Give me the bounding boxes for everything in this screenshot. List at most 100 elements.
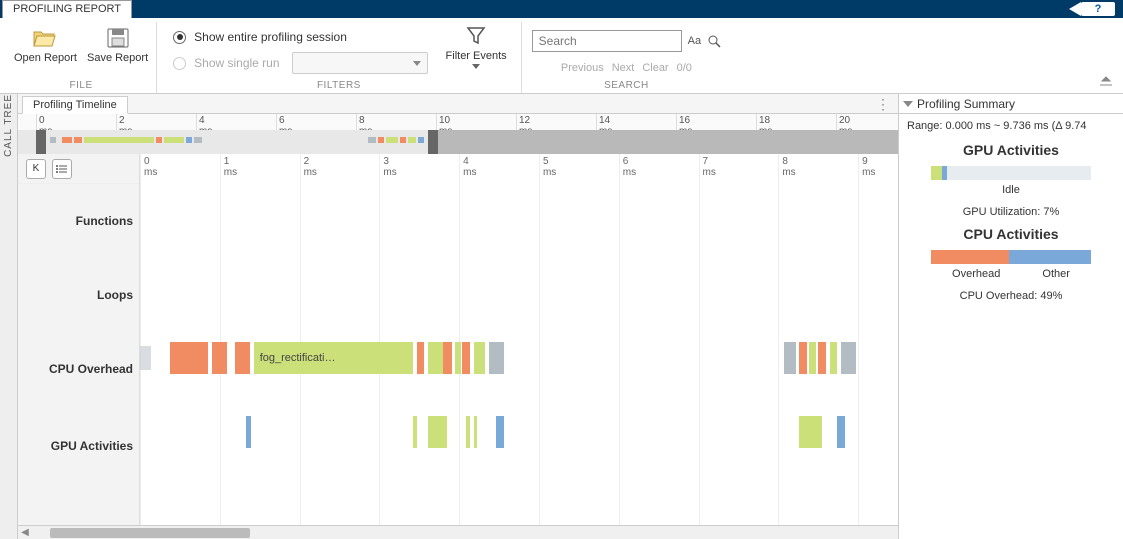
call-tree-label: CALL TREE <box>3 94 14 163</box>
timeline-panel: Profiling Timeline ⋮ 0 ms 2 ms 4 ms 6 ms 8 m… <box>18 94 899 539</box>
overview-tick: 14 ms <box>596 114 597 130</box>
title-bar: PROFILING REPORT ? <box>0 0 1123 18</box>
timeline-gridline: 4 ms <box>459 154 460 525</box>
timeline-gridline: 3 ms <box>379 154 380 525</box>
cpu-overhead-value: CPU Overhead: 49% <box>907 290 1115 302</box>
overview-track[interactable] <box>18 130 898 154</box>
cpu-other-legend: Other <box>1042 268 1070 280</box>
overview-tick: 4 ms <box>196 114 197 130</box>
timeline-gridline: 0 ms <box>140 154 141 525</box>
save-icon <box>105 28 131 48</box>
timeline-gridline: 7 ms <box>699 154 700 525</box>
filters-group: Show entire profiling session Show singl… <box>157 22 522 93</box>
profiling-summary-panel: Profiling Summary Range: 0.000 ms ~ 9.73… <box>899 94 1123 539</box>
overview-tick: 2 ms <box>116 114 117 130</box>
help-icon: ? <box>1095 3 1102 15</box>
minimize-toolbar-button[interactable] <box>1099 75 1117 89</box>
main-area: CALL TREE Profiling Timeline ⋮ 0 ms 2 ms 4… <box>0 94 1123 539</box>
search-clear: Clear <box>642 62 668 74</box>
overview-tick: 18 ms <box>756 114 757 130</box>
timeline-gridline: 5 ms <box>539 154 540 525</box>
timeline-gridline: 8 ms <box>778 154 779 525</box>
list-icon <box>56 164 68 174</box>
file-group-label: FILE <box>70 80 93 93</box>
row-label-cpu: CPU Overhead <box>18 332 139 406</box>
cpu-activities-heading: CPU Activities <box>907 226 1115 242</box>
tab-menu-button[interactable]: ⋮ <box>868 96 898 113</box>
open-report-label: Open Report <box>14 52 77 64</box>
overview-handle-right[interactable] <box>428 130 438 154</box>
scrollbar-thumb[interactable] <box>50 528 250 538</box>
search-previous: Previous <box>561 62 604 74</box>
overview-tick: 20 ms <box>836 114 837 130</box>
show-entire-label: Show entire profiling session <box>194 30 347 44</box>
file-group: Open Report Save Report FILE <box>6 22 157 93</box>
gpu-idle-label: Idle <box>907 184 1115 196</box>
show-entire-radio[interactable]: Show entire profiling session <box>173 30 347 44</box>
gpu-activities-heading: GPU Activities <box>907 142 1115 158</box>
row-label-functions: Functions <box>18 184 139 258</box>
k-button[interactable]: K <box>26 159 46 179</box>
search-group: Aa Previous Next Clear 0/0 SEARCH <box>522 22 731 93</box>
search-group-label: SEARCH <box>604 80 649 93</box>
cpu-seg-fog[interactable]: fog_rectificati… <box>254 342 406 374</box>
main-timeline: K Functions Loops CPU Overhead GPU Activ… <box>18 154 898 525</box>
scroll-left-icon[interactable]: ◀ <box>18 527 32 538</box>
summary-header[interactable]: Profiling Summary <box>899 94 1123 114</box>
overview-tick: 0 ms <box>36 114 37 130</box>
cpu-overhead-legend: Overhead <box>952 268 1000 280</box>
overview-tick: 10 ms <box>436 114 437 130</box>
timeline-gridline: 2 ms <box>300 154 301 525</box>
overview-handle-left[interactable] <box>36 130 46 154</box>
filters-group-label: FILTERS <box>317 80 361 93</box>
filter-events-label: Filter Events <box>446 50 507 62</box>
gpu-activity-bar <box>931 166 1091 180</box>
overview-tick: 12 ms <box>516 114 517 130</box>
profiling-timeline-tab[interactable]: Profiling Timeline <box>22 96 128 114</box>
search-next: Next <box>612 62 635 74</box>
gpu-utilization: GPU Utilization: 7% <box>907 206 1115 218</box>
toolbar: Open Report Save Report FILE Show entire… <box>0 18 1123 94</box>
search-icon[interactable] <box>707 34 721 48</box>
collapse-icon <box>1099 76 1113 86</box>
save-report-button[interactable]: Save Report <box>87 22 148 64</box>
timeline-tracks[interactable]: 0 ms 1 ms 2 ms 3 ms 4 ms 5 ms 6 ms 7 ms 8 ms 9 ms… <box>140 154 898 525</box>
match-case-toggle[interactable]: Aa <box>688 35 701 47</box>
run-select <box>292 52 428 74</box>
inner-tab-bar: Profiling Timeline ⋮ <box>18 94 898 114</box>
search-input[interactable] <box>532 30 682 52</box>
filter-events-button[interactable]: Filter Events <box>436 22 513 69</box>
folder-open-icon <box>32 28 58 48</box>
call-tree-tab[interactable]: CALL TREE <box>0 94 18 539</box>
cpu-overhead-track[interactable]: fog_rectificati… <box>140 342 898 374</box>
overview-tick: 8 ms <box>356 114 357 130</box>
help-button[interactable]: ? <box>1081 2 1115 16</box>
radio-checked-icon <box>173 31 186 44</box>
open-report-button[interactable]: Open Report <box>14 22 77 64</box>
timeline-gridline: 6 ms <box>619 154 620 525</box>
gpu-activities-track[interactable] <box>140 416 898 448</box>
timeline-gridline: 1 ms <box>220 154 221 525</box>
show-single-label: Show single run <box>194 56 279 70</box>
app-tab[interactable]: PROFILING REPORT <box>2 0 132 18</box>
row-labels: K Functions Loops CPU Overhead GPU Activ… <box>18 154 140 525</box>
collapse-triangle-icon <box>903 101 913 107</box>
horizontal-scrollbar[interactable]: ◀ <box>18 525 898 539</box>
show-single-radio: Show single run <box>173 52 427 74</box>
save-report-label: Save Report <box>87 52 148 64</box>
cpu-activity-bar <box>931 250 1091 264</box>
radio-unchecked-icon <box>173 57 186 70</box>
funnel-icon <box>466 26 486 46</box>
summary-range: Range: 0.000 ms ~ 9.736 ms (Δ 9.74 <box>907 120 1115 132</box>
list-button[interactable] <box>52 159 72 179</box>
row-label-gpu: GPU Activities <box>18 406 139 486</box>
overview-tick: 6 ms <box>276 114 277 130</box>
overview-shade <box>438 130 898 154</box>
search-count: 0/0 <box>677 62 692 74</box>
overview-tick: 16 ms <box>676 114 677 130</box>
timeline-gridline: 9 ms <box>858 154 859 525</box>
summary-title: Profiling Summary <box>917 97 1015 111</box>
chevron-down-icon <box>472 64 480 69</box>
overview-ruler[interactable]: 0 ms 2 ms 4 ms 6 ms 8 ms 10 ms 12 ms 14 ms 16 ms… <box>18 114 898 154</box>
row-label-loops: Loops <box>18 258 139 332</box>
